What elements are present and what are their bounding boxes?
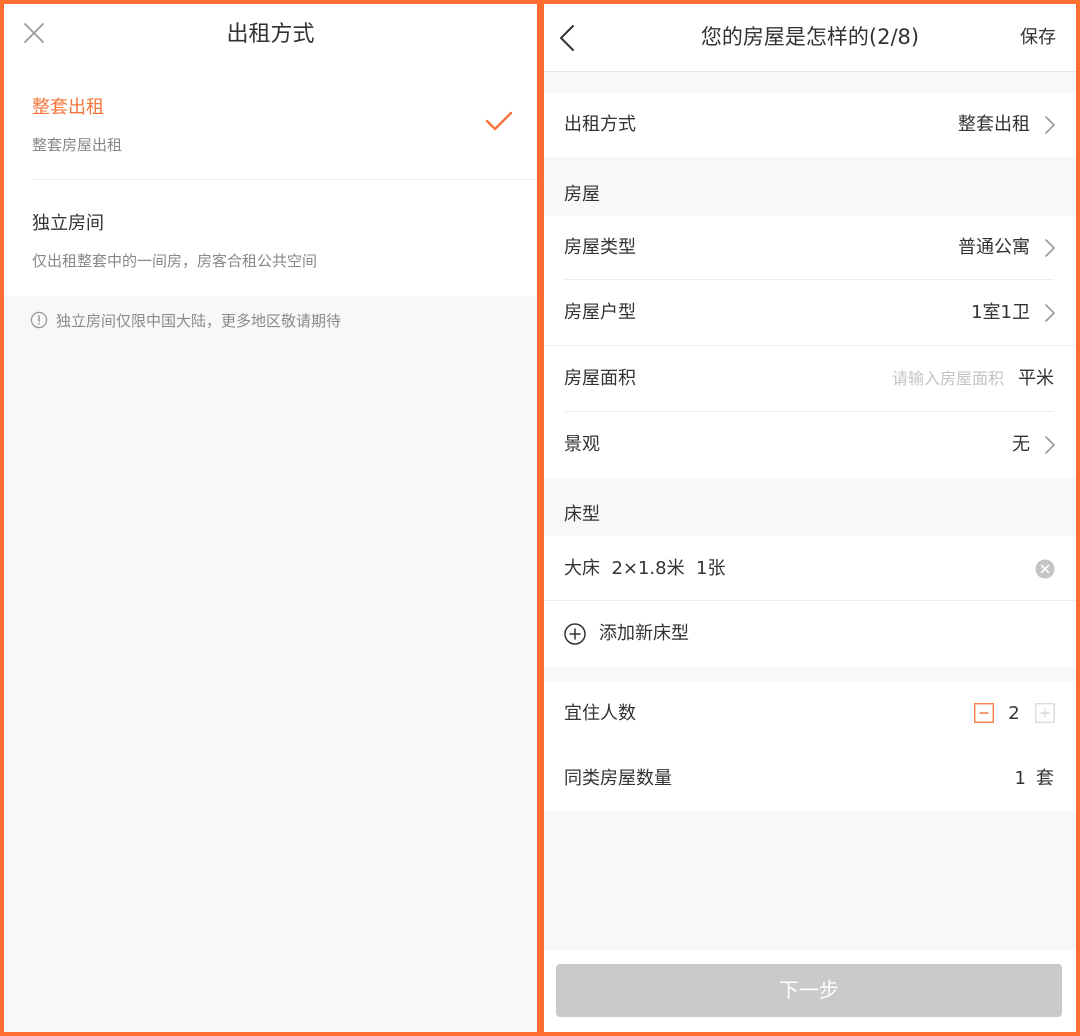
rental-option-list: 整套出租 整套房屋出租 独立房间 仅出租整套中的一间房，房客合租公共空间 bbox=[4, 66, 537, 296]
chevron-right-icon bbox=[1045, 436, 1055, 454]
house-layout-value: 1室1卫 bbox=[971, 302, 1030, 323]
plus-icon[interactable] bbox=[1035, 703, 1055, 723]
room-count-unit: 套 bbox=[1036, 768, 1054, 789]
area-input[interactable]: 请输入房屋面积 bbox=[892, 346, 1004, 412]
bed-item-text: 大床 2×1.8米 1张 bbox=[564, 558, 726, 579]
option-entire-rental[interactable]: 整套出租 整套房屋出租 bbox=[4, 66, 537, 179]
option-private-room[interactable]: 独立房间 仅出租整套中的一间房，房客合租公共空间 bbox=[4, 179, 537, 296]
add-bed-label: 添加新床型 bbox=[599, 623, 689, 644]
next-step-button[interactable]: 下一步 bbox=[556, 964, 1062, 1017]
house-area-row[interactable]: 房屋面积 请输入房屋面积 平米 bbox=[544, 346, 1076, 412]
rental-method-panel: 出租方式 整套出租 整套房屋出租 独立房间 仅出租整套中的一间房，房客合租公共空… bbox=[4, 4, 537, 1032]
option-subtitle: 仅出租整套中的一间房，房客合租公共空间 bbox=[32, 252, 318, 270]
rental-method-header: 出租方式 bbox=[4, 4, 537, 66]
notice-text: 独立房间仅限中国大陆，更多地区敬请期待 bbox=[56, 311, 342, 330]
row-label: 房屋面积 bbox=[564, 368, 636, 389]
room-count-value[interactable]: 1 bbox=[1015, 747, 1026, 811]
check-icon bbox=[485, 111, 513, 131]
area-unit: 平米 bbox=[1018, 368, 1054, 389]
page-title: 出租方式 bbox=[226, 22, 315, 47]
chevron-right-icon bbox=[1045, 239, 1055, 257]
row-label: 同类房屋数量 bbox=[564, 768, 672, 789]
bed-item-row: 大床 2×1.8米 1张 bbox=[544, 536, 1076, 601]
row-label: 出租方式 bbox=[564, 114, 636, 135]
rental-method-value: 整套出租 bbox=[958, 114, 1030, 135]
row-label: 房屋类型 bbox=[564, 237, 636, 258]
add-bed-button[interactable]: 添加新床型 bbox=[544, 601, 1076, 667]
house-type-row[interactable]: 房屋类型 普通公寓 bbox=[544, 216, 1076, 280]
footer: 下一步 bbox=[544, 950, 1076, 1032]
house-section-title: 房屋 bbox=[564, 184, 600, 205]
row-label: 房屋户型 bbox=[564, 302, 636, 323]
rental-method-row[interactable]: 出租方式 整套出租 bbox=[544, 93, 1076, 157]
close-icon[interactable] bbox=[22, 21, 46, 45]
row-label: 景观 bbox=[564, 434, 600, 455]
house-layout-row[interactable]: 房屋户型 1室1卫 bbox=[544, 280, 1076, 346]
option-subtitle: 整套房屋出租 bbox=[32, 136, 123, 154]
view-value: 无 bbox=[1012, 434, 1030, 455]
chevron-right-icon bbox=[1045, 116, 1055, 134]
page-title: 您的房屋是怎样的(2/8) bbox=[700, 25, 920, 49]
minus-icon[interactable] bbox=[974, 703, 994, 723]
add-circle-icon bbox=[564, 623, 586, 645]
option-title: 整套出租 bbox=[32, 97, 104, 118]
guests-row: 宜住人数 2 bbox=[544, 681, 1076, 747]
back-icon[interactable] bbox=[558, 24, 576, 52]
info-icon bbox=[30, 311, 48, 329]
house-details-panel: 您的房屋是怎样的(2/8) 保存 出租方式 整套出租 房屋 房屋类型 普通公寓 … bbox=[544, 4, 1076, 1032]
region-notice: 独立房间仅限中国大陆，更多地区敬请期待 bbox=[30, 309, 341, 331]
view-row[interactable]: 景观 无 bbox=[544, 412, 1076, 478]
guests-value: 2 bbox=[1008, 703, 1020, 724]
option-title: 独立房间 bbox=[32, 213, 104, 234]
chevron-right-icon bbox=[1045, 304, 1055, 322]
house-details-header: 您的房屋是怎样的(2/8) 保存 bbox=[544, 4, 1076, 72]
row-label: 宜住人数 bbox=[564, 703, 636, 724]
bed-section-title: 床型 bbox=[564, 504, 600, 525]
room-count-row: 同类房屋数量 1 套 bbox=[544, 747, 1076, 811]
save-button[interactable]: 保存 bbox=[1020, 4, 1056, 71]
house-type-value: 普通公寓 bbox=[958, 237, 1030, 258]
clear-icon[interactable] bbox=[1035, 559, 1055, 579]
